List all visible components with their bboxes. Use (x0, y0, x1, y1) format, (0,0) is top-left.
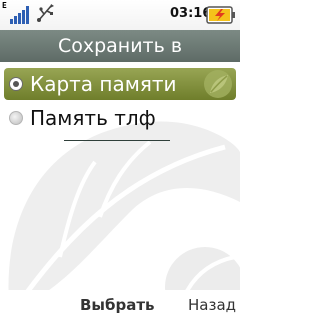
option-label: Карта памяти (30, 72, 177, 96)
battery-charging-icon (206, 6, 235, 24)
back-softkey[interactable]: Назад (188, 296, 236, 314)
divider (64, 140, 170, 141)
select-softkey[interactable]: Выбрать (80, 296, 155, 314)
leaf-icon (204, 70, 232, 98)
softkey-bar: Выбрать Назад (0, 290, 240, 320)
status-bar: E 03:16 (0, 0, 240, 30)
radio-selected-icon (9, 77, 23, 91)
option-label: Память тлф (30, 106, 156, 130)
save-location-list: Карта памяти Память тлф (0, 62, 240, 290)
option-memory-card[interactable]: Карта памяти (4, 68, 236, 100)
signal-bars-icon (10, 6, 29, 24)
usb-icon (37, 4, 54, 22)
option-phone-memory[interactable]: Память тлф (4, 102, 236, 134)
network-type-label: E (2, 1, 7, 10)
page-title: Сохранить в (0, 30, 240, 62)
radio-unselected-icon (9, 111, 23, 125)
